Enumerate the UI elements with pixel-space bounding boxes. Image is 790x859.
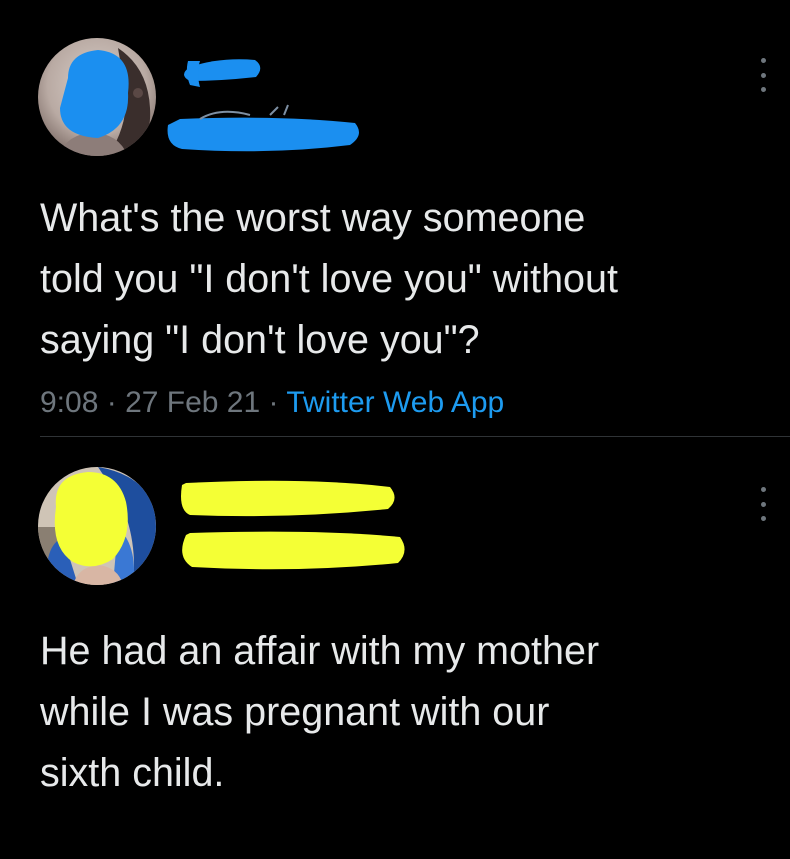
tweet-text-line: He had an affair with my mother bbox=[40, 629, 600, 673]
meta-separator: · bbox=[268, 386, 279, 419]
tweet-text-line: told you "I don't love you" without bbox=[40, 257, 618, 301]
author-avatar[interactable] bbox=[38, 38, 156, 156]
tweet-text: He had an affair with my mother while I … bbox=[40, 621, 780, 804]
tweet-metadata: 9:08 · 27 Feb 21 · Twitter Web App bbox=[40, 384, 504, 422]
tweet-time[interactable]: 9:08 bbox=[40, 386, 98, 419]
tweet-text-line: What's the worst way someone bbox=[40, 196, 586, 240]
username-censor-mark bbox=[167, 59, 359, 152]
author-avatar[interactable] bbox=[38, 467, 156, 585]
username-censor-mark bbox=[181, 480, 405, 570]
tweet-text-line: saying "I don't love you"? bbox=[40, 318, 480, 362]
avatar-censor-mark bbox=[54, 472, 128, 567]
more-options-icon[interactable] bbox=[756, 487, 770, 521]
meta-separator: · bbox=[106, 386, 117, 419]
more-options-icon[interactable] bbox=[756, 58, 770, 92]
tweet-text-line: sixth child. bbox=[40, 751, 225, 795]
reply-tweet[interactable]: He had an affair with my mother while I … bbox=[0, 437, 790, 859]
tweet-date[interactable]: 27 Feb 21 bbox=[125, 386, 260, 419]
user-avatar-icon bbox=[38, 38, 156, 156]
tweet-source-link[interactable]: Twitter Web App bbox=[286, 386, 504, 419]
tweet-text: What's the worst way someone told you "I… bbox=[40, 188, 780, 371]
original-tweet[interactable]: What's the worst way someone told you "I… bbox=[0, 0, 790, 436]
user-avatar-icon bbox=[38, 467, 156, 585]
tweet-text-line: while I was pregnant with our bbox=[40, 690, 550, 734]
